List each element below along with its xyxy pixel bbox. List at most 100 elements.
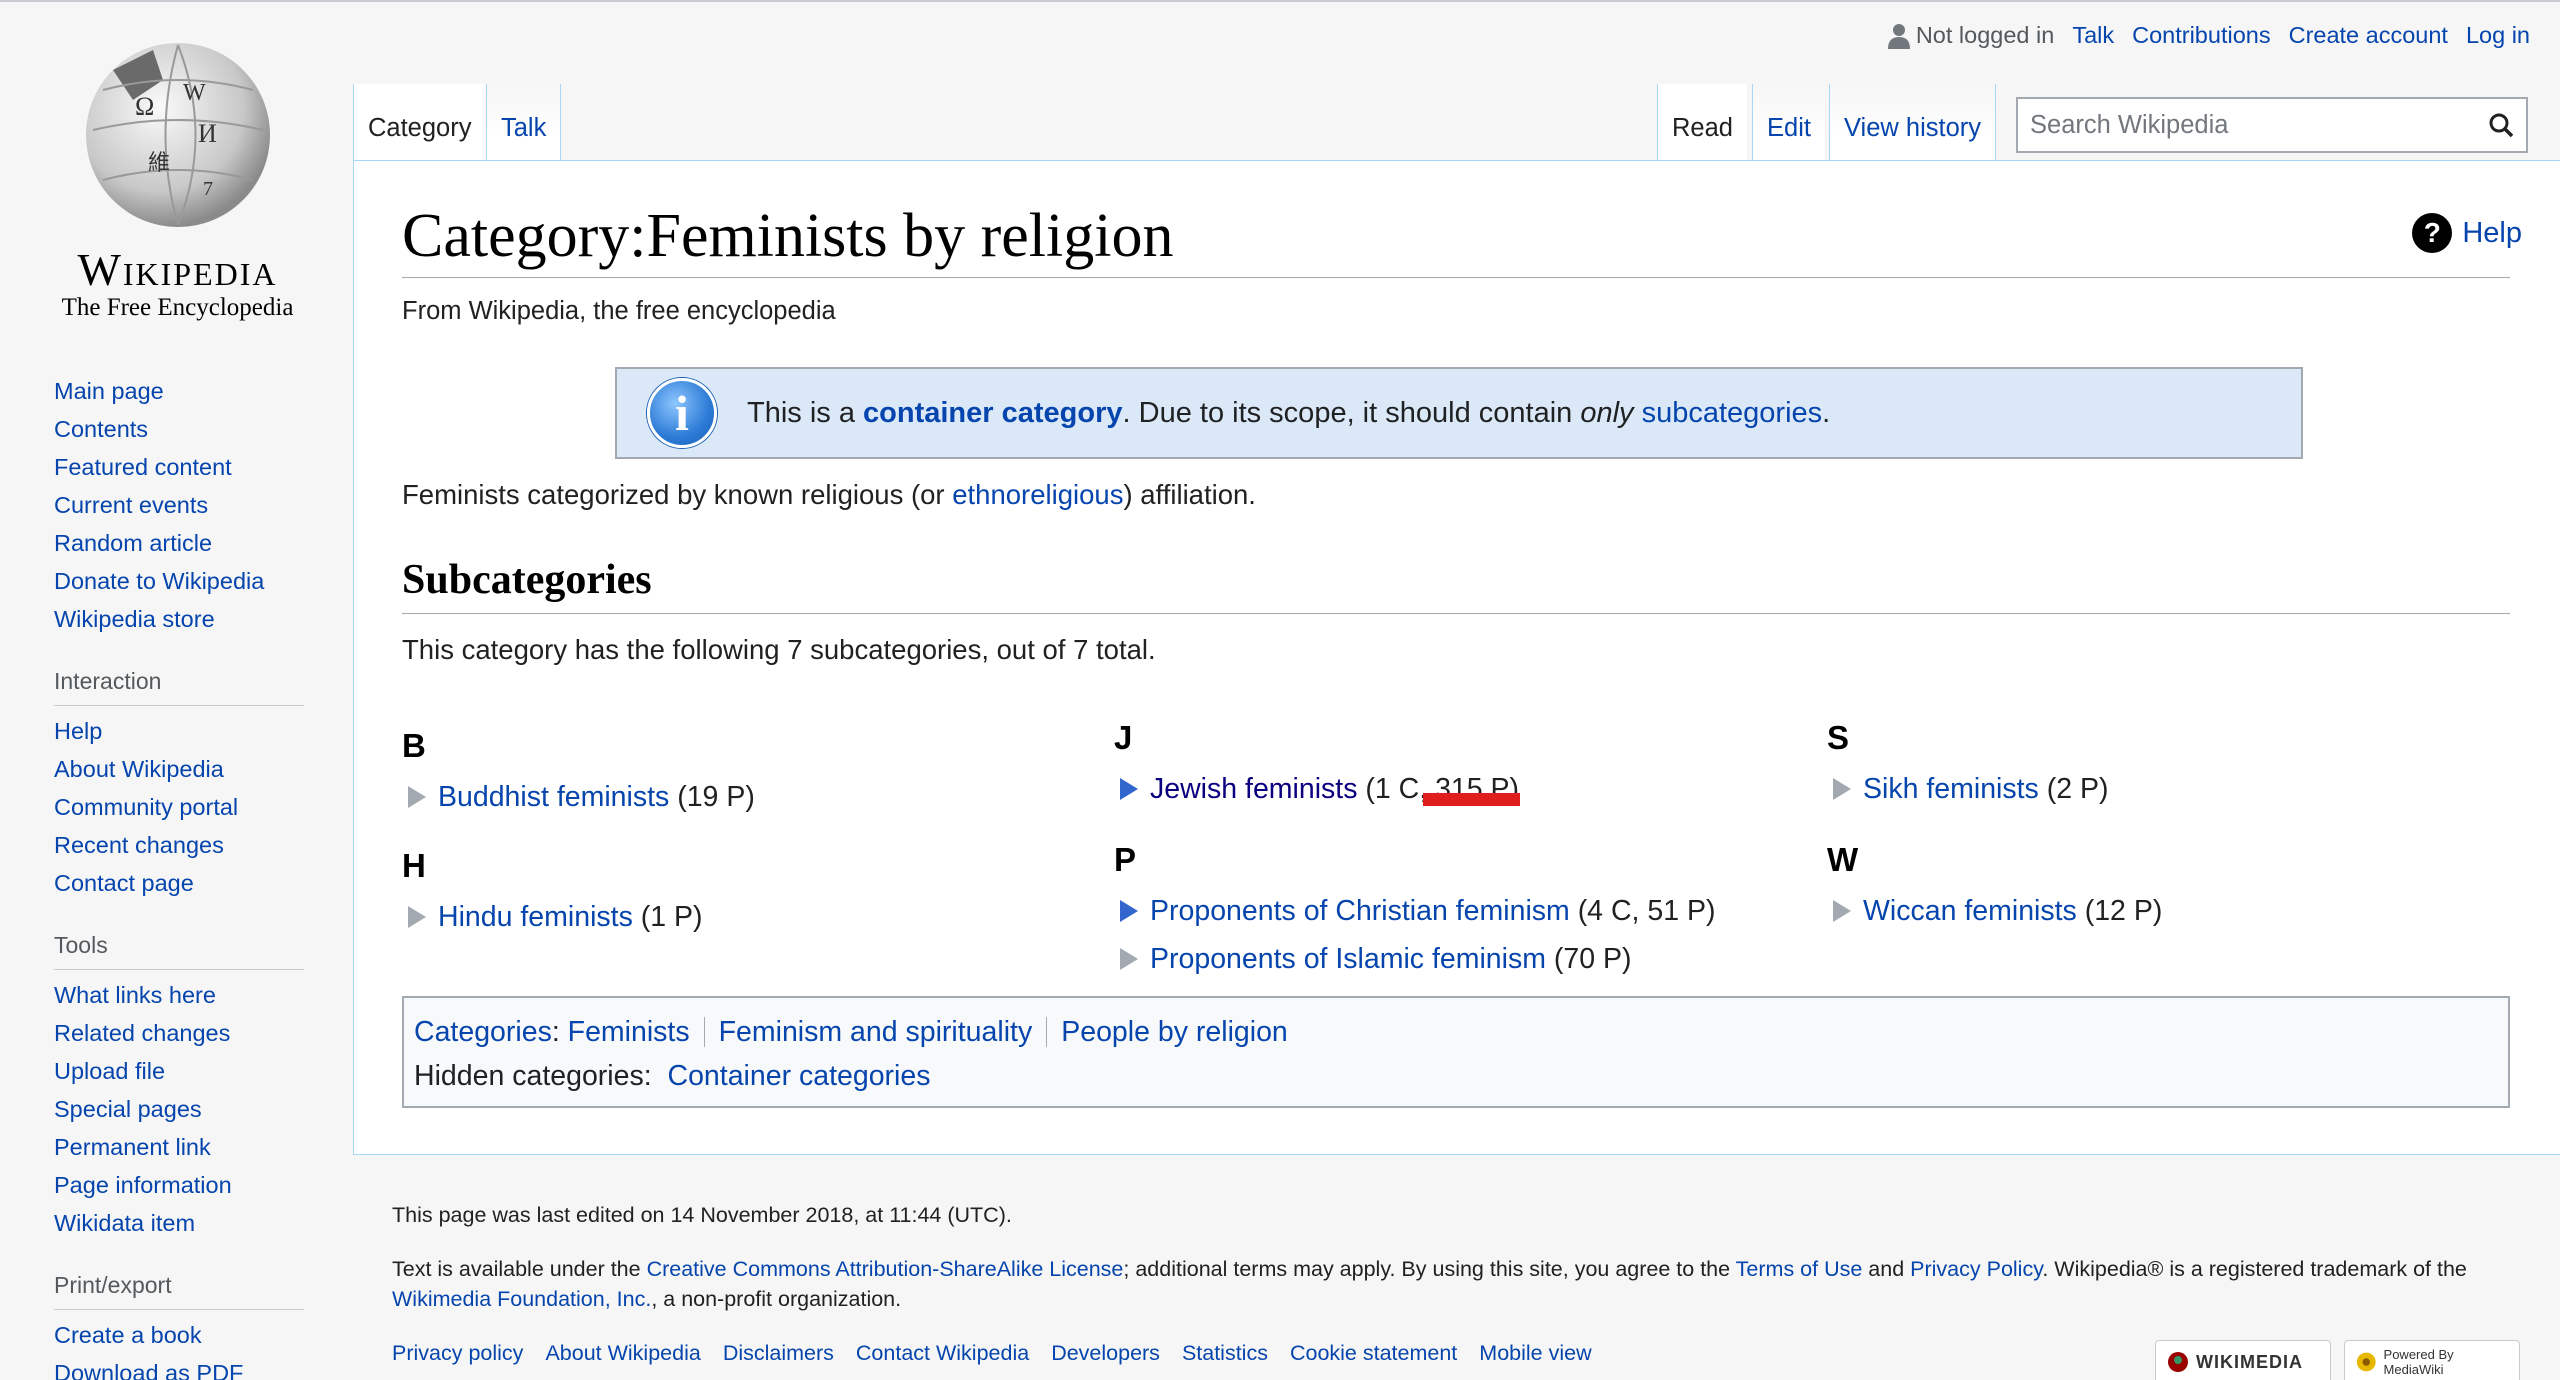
footer-link-disclaimers[interactable]: Disclaimers: [723, 1338, 834, 1368]
sidebar-item-page-information[interactable]: Page information: [54, 1166, 314, 1204]
sidebar-item-related-changes[interactable]: Related changes: [54, 1014, 314, 1052]
last-edited: This page was last edited on 14 November…: [392, 1203, 1012, 1227]
footer-link-statistics[interactable]: Statistics: [1182, 1338, 1268, 1368]
sidebar-item-main-page[interactable]: Main page: [54, 372, 314, 410]
wikipedia-logo[interactable]: Ω W И 維 7 Wikipedia The Free Encyclopedi…: [40, 30, 315, 321]
sidebar-item-random-article[interactable]: Random article: [54, 524, 314, 562]
category-link-container-categories[interactable]: Container categories: [668, 1060, 931, 1093]
subcat-item: Buddhist feminists (19 P): [402, 773, 1082, 821]
tab-talk-label: Talk: [501, 114, 547, 142]
group-letter-w: W: [1827, 841, 1859, 878]
container-category-link[interactable]: container category: [863, 397, 1122, 429]
tab-read[interactable]: Read: [1657, 84, 1747, 161]
subcat-link-buddhist[interactable]: Buddhist feminists: [438, 781, 669, 814]
help-icon: ?: [2412, 213, 2453, 253]
subcategories-heading: Subcategories: [402, 557, 652, 603]
wikimedia-badge-label: WIKIMEDIA: [2196, 1351, 2303, 1372]
footer-link-contact[interactable]: Contact Wikipedia: [856, 1338, 1029, 1368]
tab-edit[interactable]: Edit: [1752, 84, 1825, 161]
expand-triangle-icon[interactable]: [1120, 778, 1138, 800]
footer-link-privacy-policy[interactable]: Privacy policy: [392, 1338, 523, 1368]
expand-triangle-icon[interactable]: [1833, 778, 1851, 800]
category-link-people-by-religion[interactable]: People by religion: [1061, 1016, 1288, 1049]
tab-category-label: Category: [368, 114, 472, 142]
sidebar-item-donate[interactable]: Donate to Wikipedia: [54, 562, 314, 600]
wikimedia-logo-icon: [2168, 1352, 2188, 1372]
sidebar-item-create-book[interactable]: Create a book: [54, 1316, 314, 1354]
subcat-column-3: S Sikh feminists (2 P) W Wiccan feminist…: [1827, 719, 2507, 935]
site-sub: From Wikipedia, the free encyclopedia: [402, 297, 836, 325]
expand-triangle-icon[interactable]: [1120, 900, 1138, 922]
sidebar-item-special-pages[interactable]: Special pages: [54, 1090, 314, 1128]
mediawiki-badge[interactable]: Powered By MediaWiki: [2344, 1340, 2520, 1380]
terms-of-use-link[interactable]: Terms of Use: [1736, 1257, 1863, 1281]
subcat-link-christian-feminism[interactable]: Proponents of Christian feminism: [1150, 895, 1570, 928]
footer-link-about[interactable]: About Wikipedia: [545, 1338, 700, 1368]
description-post: ) affiliation.: [1123, 479, 1256, 510]
footer-link-mobile-view[interactable]: Mobile view: [1479, 1338, 1591, 1368]
sidebar-item-wikidata-item[interactable]: Wikidata item: [54, 1204, 314, 1242]
search-box: [2016, 97, 2528, 153]
categories-label-link[interactable]: Categories: [414, 1016, 552, 1049]
wordmark: Wikipedia: [77, 244, 278, 295]
tab-edit-label: Edit: [1767, 114, 1811, 142]
tab-view-history-label: View history: [1844, 114, 1982, 142]
ethnoreligious-link[interactable]: ethnoreligious: [952, 479, 1123, 510]
notice-text: This is a container category. Due to its…: [747, 397, 1830, 430]
sidebar-item-contents[interactable]: Contents: [54, 410, 314, 448]
notice-text-post: .: [1822, 396, 1831, 429]
category-link-feminism-spirituality[interactable]: Feminism and spirituality: [719, 1016, 1033, 1049]
cc-license-link[interactable]: Creative Commons Attribution-ShareAlike …: [647, 1257, 1124, 1281]
expand-triangle-icon[interactable]: [1120, 948, 1138, 970]
sidebar-item-what-links-here[interactable]: What links here: [54, 976, 314, 1014]
subcat-link-jewish[interactable]: Jewish feminists: [1150, 773, 1357, 806]
svg-text:維: 維: [148, 150, 170, 175]
wikimedia-badge[interactable]: WIKIMEDIA: [2155, 1340, 2331, 1380]
svg-text:W: W: [183, 80, 206, 106]
personal-talk-link[interactable]: Talk: [2072, 22, 2114, 49]
subcat-link-hindu[interactable]: Hindu feminists: [438, 901, 633, 934]
subcat-link-wiccan[interactable]: Wiccan feminists: [1863, 895, 2077, 928]
tab-view-history[interactable]: View history: [1829, 84, 1997, 161]
group-letter-p: P: [1114, 841, 1137, 878]
tab-category[interactable]: Category: [353, 84, 486, 161]
create-account-link[interactable]: Create account: [2289, 22, 2448, 49]
sidebar-item-download-pdf[interactable]: Download as PDF: [54, 1354, 314, 1380]
sidebar-item-store[interactable]: Wikipedia store: [54, 600, 314, 638]
sidebar: Main page Contents Featured content Curr…: [54, 372, 314, 1380]
expand-triangle-icon[interactable]: [408, 906, 426, 928]
expand-triangle-icon[interactable]: [408, 786, 426, 808]
subcategories-link[interactable]: subcategories: [1642, 397, 1823, 429]
sidebar-item-featured-content[interactable]: Featured content: [54, 448, 314, 486]
notice-text-pre: This is a: [747, 396, 864, 429]
log-in-link[interactable]: Log in: [2466, 22, 2530, 49]
subcat-link-islamic-feminism[interactable]: Proponents of Islamic feminism: [1150, 943, 1546, 976]
subcat-count: (1 P): [640, 900, 703, 933]
sidebar-item-contact-page[interactable]: Contact page: [54, 864, 314, 902]
group-letter-b: B: [402, 727, 426, 764]
subcategory-count: This category has the following 7 subcat…: [402, 634, 1156, 665]
tab-talk[interactable]: Talk: [486, 84, 562, 161]
privacy-policy-inline-link[interactable]: Privacy Policy: [1910, 1257, 2042, 1281]
subcat-link-sikh[interactable]: Sikh feminists: [1863, 773, 2039, 806]
info-icon: i: [647, 378, 717, 448]
tab-read-label: Read: [1672, 114, 1733, 142]
footer-link-developers[interactable]: Developers: [1051, 1338, 1160, 1368]
search-icon[interactable]: [2488, 112, 2514, 138]
contributions-link[interactable]: Contributions: [2132, 22, 2270, 49]
sidebar-item-help[interactable]: Help: [54, 712, 314, 750]
sidebar-item-community-portal[interactable]: Community portal: [54, 788, 314, 826]
footer-link-cookie-statement[interactable]: Cookie statement: [1290, 1338, 1457, 1368]
category-link-feminists[interactable]: Feminists: [568, 1016, 690, 1049]
help-link[interactable]: ? Help: [2412, 213, 2522, 253]
sidebar-item-about[interactable]: About Wikipedia: [54, 750, 314, 788]
sidebar-item-current-events[interactable]: Current events: [54, 486, 314, 524]
sidebar-item-recent-changes[interactable]: Recent changes: [54, 826, 314, 864]
user-icon: [1887, 23, 1910, 49]
expand-triangle-icon[interactable]: [1833, 900, 1851, 922]
sidebar-item-upload-file[interactable]: Upload file: [54, 1052, 314, 1090]
puzzle-globe-icon: Ω W И 維 7: [85, 43, 270, 227]
search-input[interactable]: [2030, 110, 2470, 140]
wikimedia-foundation-link[interactable]: Wikimedia Foundation, Inc.: [392, 1287, 651, 1311]
sidebar-item-permanent-link[interactable]: Permanent link: [54, 1128, 314, 1166]
